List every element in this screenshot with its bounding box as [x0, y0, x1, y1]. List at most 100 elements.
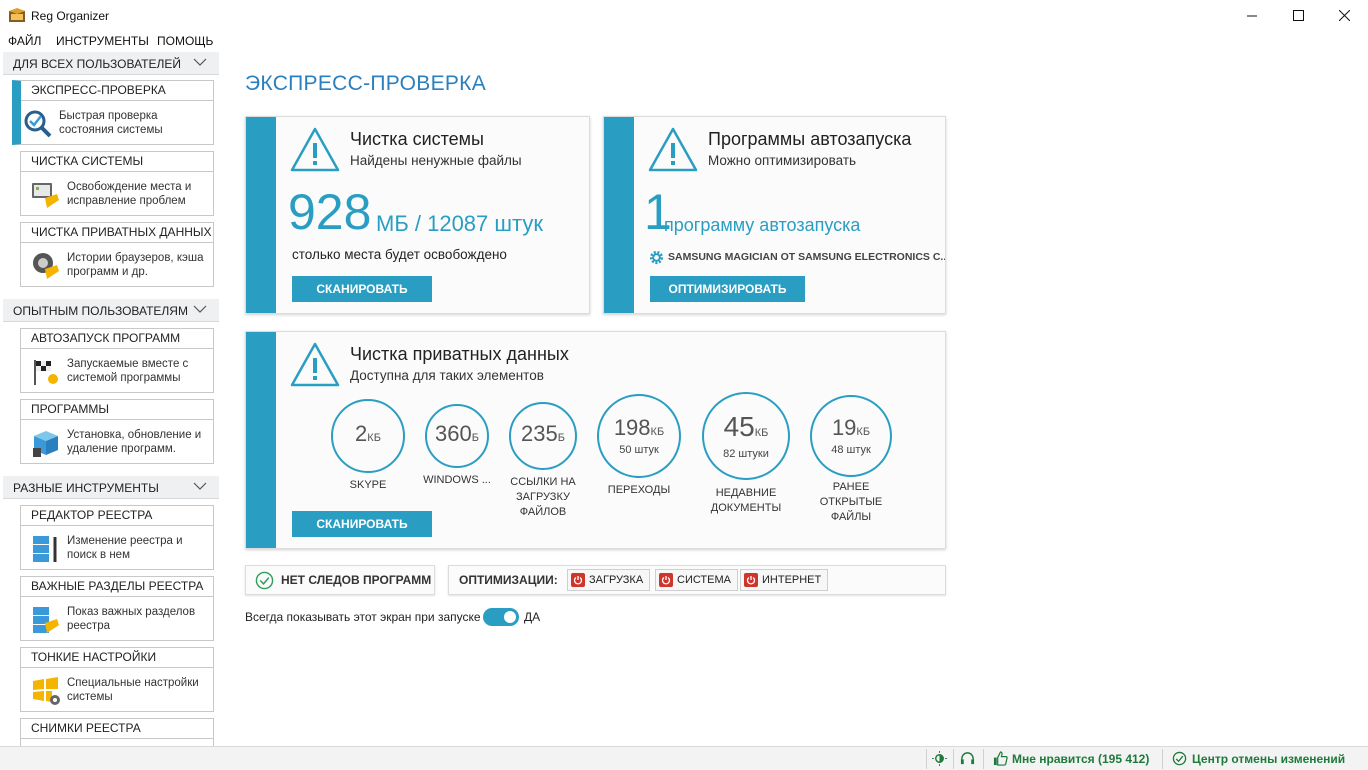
sidebar-item-label: ТОНКИЕ НАСТРОЙКИ [31, 650, 157, 664]
cleanup-note: столько места будет освобождено [292, 247, 507, 262]
sidebar: ДЛЯ ВСЕХ ПОЛЬЗОВАТЕЛЕЙ ЭКСПРЕСС-ПРОВЕРКА… [0, 50, 222, 746]
gear-icon [649, 250, 664, 265]
sidebar-item-desc: Установка, обновление и удаление програм… [67, 429, 202, 455]
card-accent-bar [246, 332, 276, 548]
warning-icon [290, 127, 340, 172]
sidebar-item-label: ЧИСТКА СИСТЕМЫ [31, 154, 144, 168]
show-on-start-toggle[interactable] [483, 608, 519, 626]
no-traces-indicator[interactable]: НЕТ СЛЕДОВ ПРОГРАММ [245, 565, 435, 595]
privacy-label: НЕДАВНИЕ ДОКУМЕНТЫ [710, 487, 782, 514]
optimizations-panel: ОПТИМИЗАЦИИ: ЗАГРУЗКА СИСТЕМА ИНТЕРНЕТ [448, 565, 946, 595]
privacy-label: ПЕРЕХОДЫ [607, 484, 671, 496]
system-cleanup-card: Чистка системы Найдены ненужные файлы 92… [245, 116, 590, 314]
sidebar-item-registry-editor[interactable]: РЕДАКТОР РЕЕСТРА Изменение реестра и пои… [20, 505, 214, 570]
privacy-circle-recent-docs[interactable]: 45КБ 82 штуки [702, 392, 790, 480]
sidebar-item-desc: Быстрая проверка состояния системы [59, 110, 163, 136]
privacy-value: 19 [831, 414, 857, 440]
check-circle-icon [255, 571, 274, 590]
privacy-value: 45 [723, 410, 755, 442]
privacy-circle-windows[interactable]: 360Б [425, 404, 489, 468]
window-title: Reg Organizer [31, 9, 110, 23]
show-on-start-label: Всегда показывать этот экран при запуске [245, 610, 481, 624]
undo-center-icon [1172, 751, 1187, 766]
section-label: ОПЫТНЫМ ПОЛЬЗОВАТЕЛЯМ [13, 304, 188, 318]
registry-keys-icon [33, 607, 59, 633]
sidebar-item-system-cleanup[interactable]: ЧИСТКА СИСТЕМЫ Освобождение места и испр… [20, 151, 214, 216]
page-title: ЭКСПРЕСС-ПРОВЕРКА [245, 72, 487, 95]
privacy-unit: Б [471, 432, 479, 444]
sidebar-item-registry-snapshots[interactable]: СНИМКИ РЕЕСТРА [20, 718, 214, 746]
privacy-circle-recent-files[interactable]: 19КБ 48 штук [810, 395, 892, 477]
scan-system-button[interactable]: СКАНИРОВАТЬ [292, 276, 432, 302]
sidebar-item-label: ПРОГРАММЫ [31, 402, 110, 416]
show-on-start-state: ДА [524, 610, 541, 624]
sidebar-item-important-registry-keys[interactable]: ВАЖНЫЕ РАЗДЕЛЫ РЕЕСТРА Показ важных разд… [20, 576, 214, 641]
minimize-button[interactable] [1229, 0, 1275, 30]
optimization-boot-button[interactable]: ЗАГРУЗКА [567, 569, 651, 591]
sidebar-item-programs[interactable]: ПРОГРАММЫ Установка, обновление и удален… [20, 399, 214, 464]
sidebar-item-express-check[interactable]: ЭКСПРЕСС-ПРОВЕРКА Быстрая проверка состо… [12, 80, 214, 145]
privacy-label: WINDOWS ... [423, 474, 491, 486]
warning-icon [290, 342, 340, 387]
chevron-down-icon [193, 305, 207, 313]
thumbs-up-icon [993, 751, 1008, 766]
sidebar-item-privacy-cleanup[interactable]: ЧИСТКА ПРИВАТНЫХ ДАННЫХ Истории браузеро… [20, 222, 214, 287]
power-off-icon [744, 573, 758, 587]
privacy-label: SKYPE [349, 479, 387, 491]
like-button[interactable]: Мне нравится (195 412) [993, 751, 1149, 766]
optimization-internet-button[interactable]: ИНТЕРНЕТ [740, 569, 829, 591]
app-logo-icon [9, 8, 25, 22]
card-accent-bar [604, 117, 634, 313]
menu-tools[interactable]: ИНСТРУМЕНТЫ [56, 34, 149, 48]
programs-box-icon [33, 431, 58, 457]
brightness-icon[interactable] [932, 751, 947, 766]
close-icon [1338, 9, 1350, 21]
privacy-circle-skype[interactable]: 2КБ [331, 399, 405, 473]
sidebar-item-label: АВТОЗАПУСК ПРОГРАММ [31, 331, 181, 345]
sidebar-item-desc: Истории браузеров, кэша программ и др. [67, 252, 204, 278]
registry-editor-icon [33, 536, 57, 562]
privacy-cleanup-icon [33, 253, 59, 279]
cleanup-size-unit: МБ / 12087 штук [376, 211, 543, 236]
privacy-cleanup-card: Чистка приватных данных Доступна для так… [245, 331, 946, 549]
menu-bar: ФАЙЛ ИНСТРУМЕНТЫ ПОМОЩЬ [0, 32, 1368, 50]
sidebar-item-label: ВАЖНЫЕ РАЗДЕЛЫ РЕЕСТРА [31, 579, 204, 593]
card-title: Чистка приватных данных [350, 344, 569, 364]
privacy-value: 235 [521, 421, 558, 446]
privacy-unit: КБ [856, 425, 871, 438]
magnifier-check-icon [24, 110, 52, 138]
privacy-value: 2 [355, 421, 368, 446]
menu-help[interactable]: ПОМОЩЬ [157, 34, 213, 48]
sidebar-item-label: ЧИСТКА ПРИВАТНЫХ ДАННЫХ [31, 225, 212, 239]
card-subtitle: Найдены ненужные файлы [350, 153, 522, 168]
sidebar-item-label: РЕДАКТОР РЕЕСТРА [31, 508, 153, 522]
privacy-unit: КБ [367, 432, 381, 444]
sidebar-item-startup[interactable]: АВТОЗАПУСК ПРОГРАММ Запускаемые вместе с… [20, 328, 214, 393]
sidebar-item-desc: Освобождение места и исправление проблем [67, 181, 192, 207]
undo-center-label: Центр отмены изменений [1192, 751, 1346, 766]
section-all-users[interactable]: ДЛЯ ВСЕХ ПОЛЬЗОВАТЕЛЕЙ [3, 52, 219, 75]
card-title: Чистка системы [350, 129, 484, 149]
privacy-circle-history[interactable]: 198КБ 50 штук [597, 394, 681, 478]
scan-privacy-button[interactable]: СКАНИРОВАТЬ [292, 511, 432, 537]
privacy-value: 198 [613, 414, 651, 440]
privacy-count: 50 штук [619, 443, 659, 456]
sidebar-item-label: СНИМКИ РЕЕСТРА [31, 721, 141, 735]
section-misc-tools[interactable]: РАЗНЫЕ ИНСТРУМЕНТЫ [3, 476, 219, 499]
section-advanced-users[interactable]: ОПЫТНЫМ ПОЛЬЗОВАТЕЛЯМ [3, 299, 219, 322]
maximize-button[interactable] [1275, 0, 1321, 30]
optimization-system-button[interactable]: СИСТЕМА [655, 569, 738, 591]
toggle-knob [504, 611, 516, 623]
status-bar: Мне нравится (195 412) Центр отмены изме… [0, 746, 1368, 770]
sidebar-item-tweaks[interactable]: ТОНКИЕ НАСТРОЙКИ Специальные настройки с… [20, 647, 214, 712]
optimization-label: СИСТЕМА [677, 574, 731, 586]
chevron-down-icon [193, 482, 207, 490]
close-button[interactable] [1321, 0, 1367, 30]
minimize-icon [1246, 15, 1257, 16]
optimize-startup-button[interactable]: ОПТИМИЗИРОВАТЬ [650, 276, 805, 302]
privacy-circle-download-links[interactable]: 235Б [509, 402, 577, 470]
section-label: РАЗНЫЕ ИНСТРУМЕНТЫ [13, 481, 159, 495]
headset-support-icon[interactable] [960, 751, 975, 766]
menu-file[interactable]: ФАЙЛ [8, 34, 41, 48]
undo-center-button[interactable]: Центр отмены изменений [1172, 751, 1345, 766]
